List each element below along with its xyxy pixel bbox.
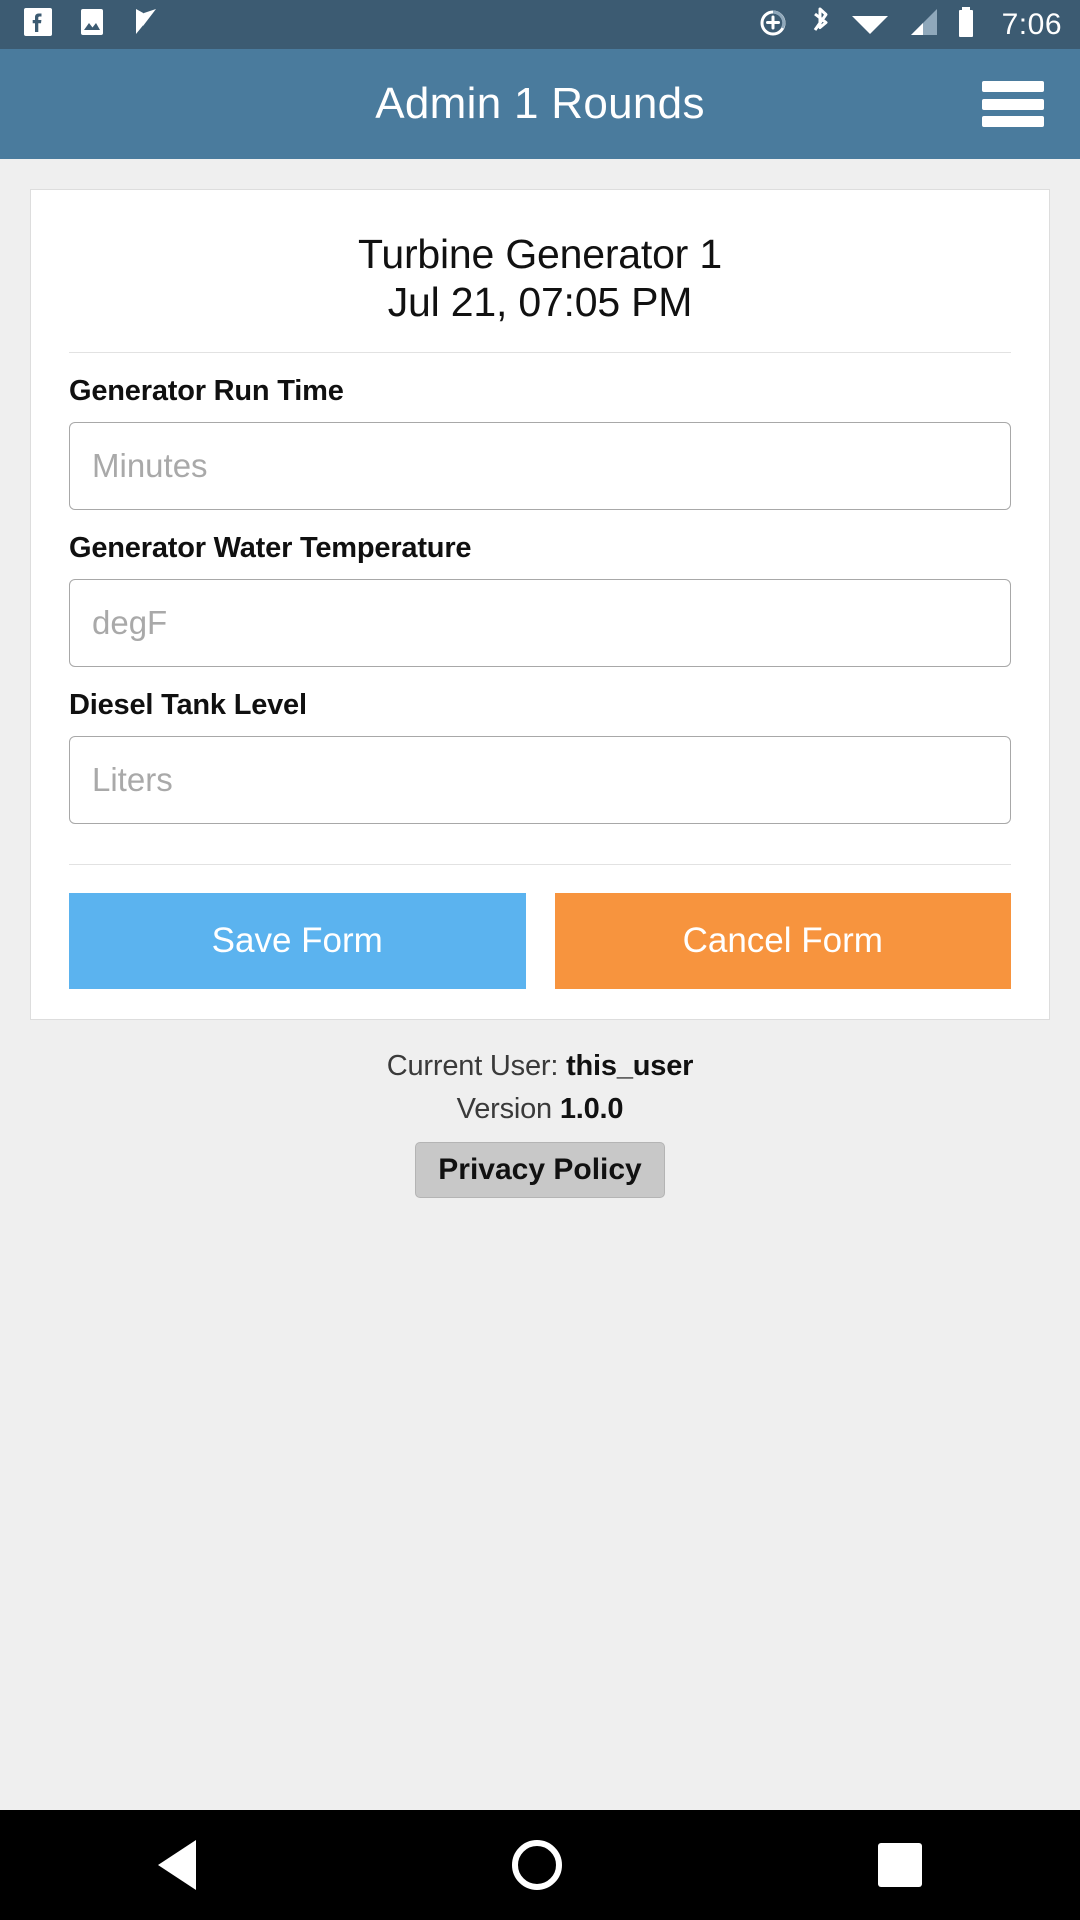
current-user-label: Current User: xyxy=(386,1049,559,1082)
hamburger-bar-2 xyxy=(982,98,1044,110)
hamburger-bar-1 xyxy=(982,81,1044,92)
status-bar: 7:06 xyxy=(0,0,1080,49)
input-generator-run-time[interactable] xyxy=(69,421,1011,510)
home-circle-icon[interactable] xyxy=(512,1840,562,1890)
privacy-policy-button[interactable]: Privacy Policy xyxy=(415,1141,665,1198)
input-diesel-tank-level[interactable] xyxy=(69,735,1011,824)
version-line: Version 1.0.0 xyxy=(30,1093,1050,1126)
status-bar-left-icons xyxy=(22,6,162,43)
cellular-signal-icon xyxy=(906,7,940,42)
battery-icon xyxy=(956,6,976,44)
status-bar-right-icons: 7:06 xyxy=(757,5,1062,44)
location-add-icon xyxy=(757,6,790,44)
current-user-value: this_user xyxy=(566,1049,694,1082)
checkmark-flag-icon xyxy=(130,6,162,43)
hamburger-bar-3 xyxy=(982,116,1044,127)
rounds-form-card: Turbine Generator 1 Jul 21, 07:05 PM Gen… xyxy=(30,189,1050,1020)
recents-square-icon[interactable] xyxy=(878,1843,922,1887)
status-bar-clock: 7:06 xyxy=(1001,7,1062,41)
version-label: Version xyxy=(456,1092,553,1125)
save-form-button[interactable]: Save Form xyxy=(69,892,526,989)
title-divider xyxy=(69,351,1011,353)
form-actions: Save Form Cancel Form xyxy=(69,892,1011,989)
hamburger-menu-icon[interactable] xyxy=(982,81,1044,127)
photo-icon xyxy=(76,6,108,43)
bluetooth-icon xyxy=(806,5,834,44)
footer: Current User: this_user Version 1.0.0 Pr… xyxy=(30,1050,1050,1198)
cancel-form-button[interactable]: Cancel Form xyxy=(554,892,1011,989)
form-timestamp: Jul 21, 07:05 PM xyxy=(387,279,693,326)
page-title: Admin 1 Rounds xyxy=(375,79,705,128)
current-user-line: Current User: this_user xyxy=(30,1050,1050,1083)
back-triangle-icon[interactable] xyxy=(158,1840,196,1890)
field-label-diesel-tank-level: Diesel Tank Level xyxy=(69,688,307,721)
wifi-icon xyxy=(850,6,890,43)
field-label-generator-run-time: Generator Run Time xyxy=(69,374,344,407)
version-value: 1.0.0 xyxy=(559,1092,624,1125)
field-generator-water-temperature: Generator Water Temperature xyxy=(69,532,1011,667)
field-diesel-tank-level: Diesel Tank Level xyxy=(69,689,1011,824)
app-bar: Admin 1 Rounds xyxy=(0,49,1080,159)
facebook-icon xyxy=(22,6,54,43)
field-generator-run-time: Generator Run Time xyxy=(69,375,1011,510)
page-content: Turbine Generator 1 Jul 21, 07:05 PM Gen… xyxy=(0,159,1080,1920)
buttons-divider xyxy=(69,863,1011,865)
form-title: Turbine Generator 1 xyxy=(358,231,722,277)
input-generator-water-temperature[interactable] xyxy=(69,578,1011,667)
field-label-generator-water-temperature: Generator Water Temperature xyxy=(69,531,472,564)
android-navigation-bar xyxy=(0,1810,1080,1920)
